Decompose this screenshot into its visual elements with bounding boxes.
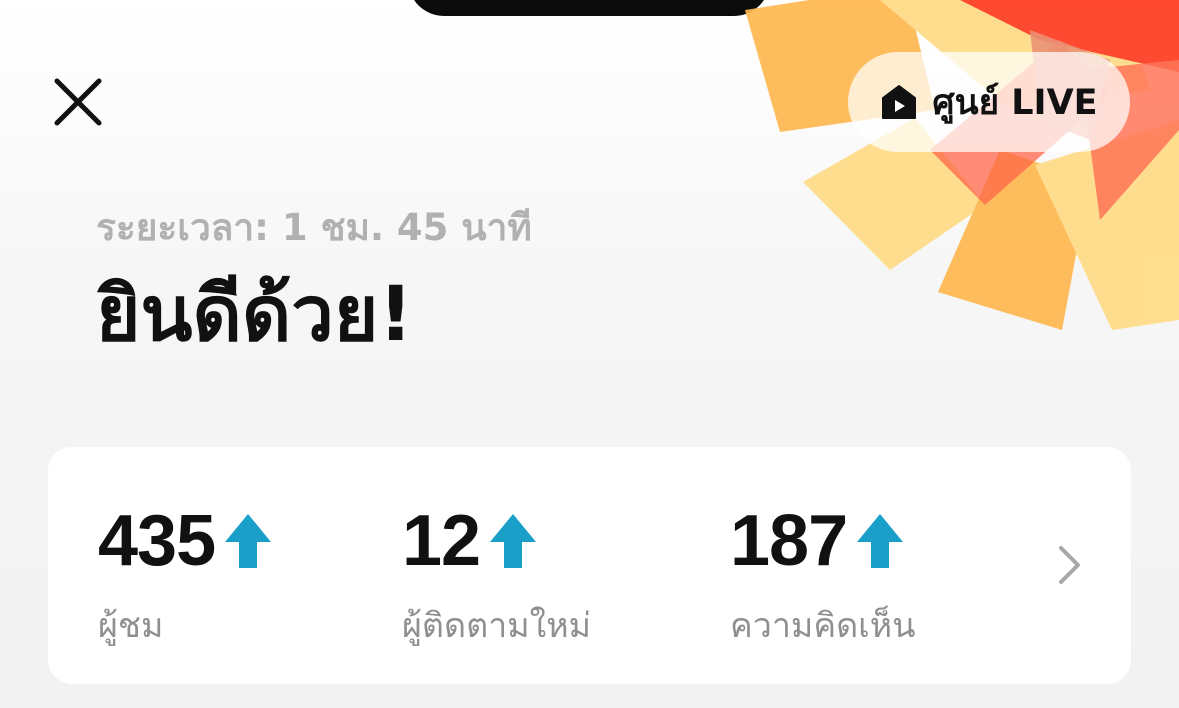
stat-new-followers: 12 ผู้ติดตามใหม่ xyxy=(402,502,591,652)
stat-viewers: 435 ผู้ชม xyxy=(98,502,273,652)
chevron-right-icon[interactable] xyxy=(1054,543,1084,587)
arrow-up-icon xyxy=(857,514,904,568)
live-center-button[interactable]: ศูนย์ LIVE xyxy=(848,52,1130,152)
arrow-up-icon xyxy=(490,514,537,568)
stat-value: 187 xyxy=(730,501,848,581)
close-button[interactable] xyxy=(50,74,106,130)
close-icon xyxy=(54,78,102,126)
stat-label: ความคิดเห็น xyxy=(730,606,916,646)
live-center-label: ศูนย์ LIVE xyxy=(932,82,1098,123)
arrow-up-icon xyxy=(225,514,272,568)
congratulations-headline: ยินดีด้วย! xyxy=(96,269,414,358)
live-house-icon xyxy=(882,85,917,119)
live-duration-text: ระยะเวลา: 1 ชม. 45 นาที xyxy=(96,206,532,249)
live-stats-card[interactable]: 435 ผู้ชม 12 ผู้ติดตามใหม่ 187 ความคิดเห… xyxy=(48,447,1131,684)
stat-comments: 187 ความคิดเห็น xyxy=(730,502,915,652)
stat-label: ผู้ติดตามใหม่ xyxy=(402,606,592,646)
stat-label: ผู้ชม xyxy=(98,606,164,646)
stat-value: 435 xyxy=(98,501,216,581)
device-notch xyxy=(408,0,770,16)
stat-value: 12 xyxy=(402,501,481,581)
